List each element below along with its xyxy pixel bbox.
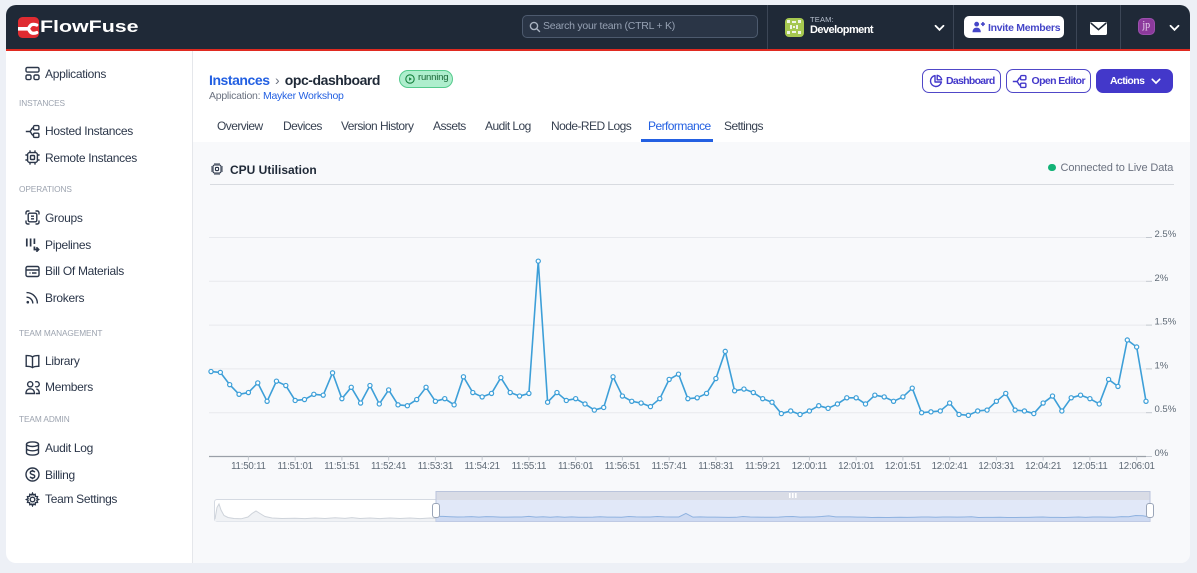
svg-text:12:01:51: 12:01:51 <box>885 461 921 472</box>
svg-text:11:58:31: 11:58:31 <box>698 461 733 472</box>
svg-text:12:01:01: 12:01:01 <box>838 461 874 472</box>
svg-text:0.5%: 0.5% <box>1155 404 1177 415</box>
svg-text:1%: 1% <box>1155 360 1169 371</box>
svg-text:11:53:31: 11:53:31 <box>418 461 453 472</box>
svg-text:11:51:01: 11:51:01 <box>277 461 312 472</box>
svg-text:1.5%: 1.5% <box>1155 317 1177 328</box>
svg-text:11:56:01: 11:56:01 <box>558 461 593 472</box>
svg-text:12:06:01: 12:06:01 <box>1119 461 1155 472</box>
svg-text:11:57:41: 11:57:41 <box>651 461 686 472</box>
svg-text:11:50:11: 11:50:11 <box>231 461 266 472</box>
svg-text:11:52:41: 11:52:41 <box>371 461 406 472</box>
svg-text:12:05:11: 12:05:11 <box>1072 461 1107 472</box>
svg-text:2.5%: 2.5% <box>1155 229 1177 240</box>
svg-text:12:00:11: 12:00:11 <box>792 461 827 472</box>
svg-text:12:03:31: 12:03:31 <box>978 461 1014 472</box>
svg-text:11:59:21: 11:59:21 <box>745 461 780 472</box>
svg-text:11:51:51: 11:51:51 <box>324 461 359 472</box>
svg-text:11:54:21: 11:54:21 <box>464 461 499 472</box>
svg-text:0%: 0% <box>1155 448 1169 459</box>
svg-text:12:04:21: 12:04:21 <box>1025 461 1061 472</box>
svg-text:12:02:41: 12:02:41 <box>932 461 968 472</box>
svg-text:11:56:51: 11:56:51 <box>605 461 640 472</box>
svg-text:11:55:11: 11:55:11 <box>512 461 547 472</box>
svg-text:2%: 2% <box>1155 273 1169 284</box>
